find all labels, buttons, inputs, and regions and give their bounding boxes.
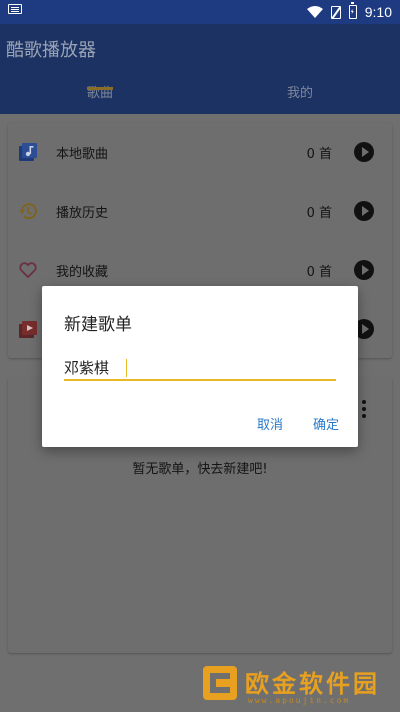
play-icon[interactable]	[354, 201, 374, 221]
watermark: 欧金软件园 www.apoujin.com	[200, 660, 400, 712]
music-library-icon	[19, 143, 37, 161]
library-row-local[interactable]: 本地歌曲 0 首	[8, 123, 392, 181]
library-row-label: 我的收藏	[56, 265, 109, 280]
heart-icon	[19, 262, 37, 279]
library-row-label: 播放历史	[56, 206, 109, 221]
library-row-label: 本地歌曲	[56, 147, 109, 162]
text-caret	[126, 359, 127, 377]
empty-playlist-text: 暂无歌单，快去新建吧!	[132, 462, 268, 477]
watermark-logo-icon	[203, 666, 237, 700]
history-icon	[19, 203, 37, 220]
playlist-name-input[interactable]	[64, 356, 336, 381]
library-row-count: 0 首	[306, 147, 332, 162]
tab-indicator	[87, 87, 113, 90]
play-icon[interactable]	[354, 260, 374, 280]
confirm-button[interactable]: 确定	[313, 414, 339, 433]
library-row-count: 0 首	[306, 265, 332, 280]
more-vertical-icon[interactable]	[362, 400, 366, 418]
play-icon[interactable]	[354, 142, 374, 162]
cancel-button[interactable]: 取消	[257, 414, 283, 433]
video-icon	[19, 321, 37, 338]
status-bar: 9:10	[0, 0, 400, 24]
app-bar: 酷歌播放器 歌曲 我的	[0, 24, 400, 114]
watermark-url: www.apoujin.com	[248, 696, 351, 705]
keyboard-icon	[8, 4, 22, 14]
library-row-count: 0 首	[306, 206, 332, 221]
app-title: 酷歌播放器	[6, 40, 96, 61]
status-icons: 9:10	[306, 0, 392, 24]
new-playlist-dialog: 新建歌单 取消 确定	[42, 286, 358, 447]
tab-songs[interactable]: 歌曲	[0, 82, 200, 101]
wifi-icon	[306, 6, 323, 18]
status-time: 9:10	[364, 4, 392, 20]
library-row-history[interactable]: 播放历史 0 首	[8, 182, 392, 240]
battery-icon	[348, 2, 357, 19]
dialog-title: 新建歌单	[64, 315, 132, 335]
no-sim-icon	[330, 5, 341, 19]
watermark-text: 欧金软件园	[245, 670, 380, 698]
tab-mine[interactable]: 我的	[200, 82, 400, 101]
